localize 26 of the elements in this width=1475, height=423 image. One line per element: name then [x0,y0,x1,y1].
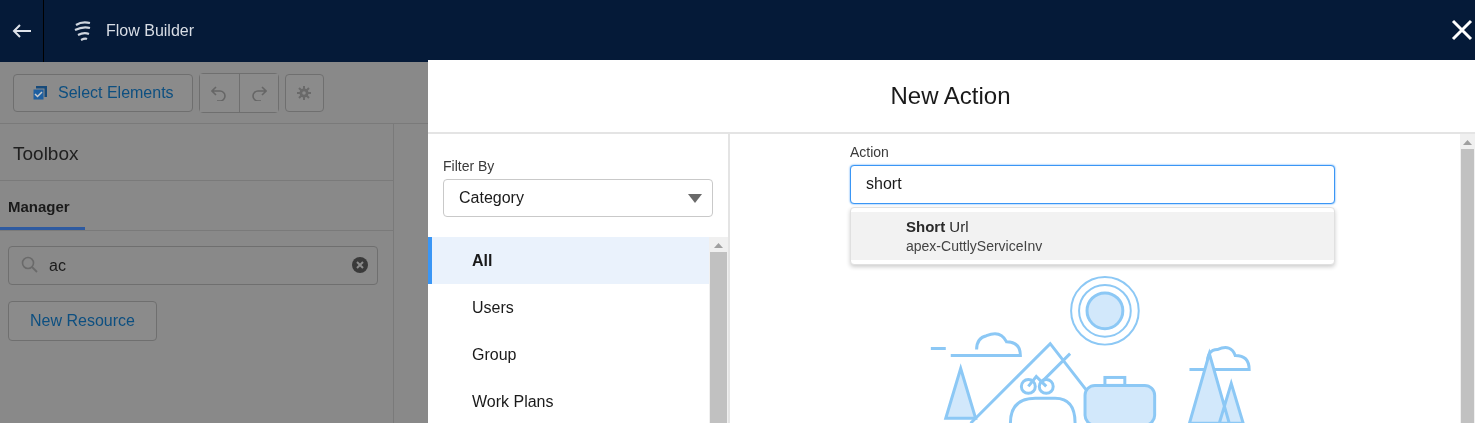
category-item[interactable]: All [428,237,709,284]
modal-title: New Action [890,82,1011,110]
action-label: Action [850,144,889,160]
action-input-field[interactable]: short [850,165,1335,204]
checkbox-stack-icon [32,84,48,101]
scroll-up-icon [714,243,723,248]
redo-icon [250,84,267,101]
scroll-up-icon [1463,140,1472,145]
filter-select[interactable]: Category [443,179,713,217]
search-icon [21,256,39,274]
scrollbar[interactable] [1460,134,1475,423]
suggestion-option[interactable]: Short Url apex-CuttlyServiceInv [851,212,1334,260]
scrollbar[interactable] [709,237,728,423]
settings-button[interactable] [284,73,324,112]
undo-icon [211,84,228,101]
back-arrow-icon [11,23,32,39]
clear-icon[interactable] [352,257,368,273]
filter-label: Filter By [443,158,496,174]
toolbox-title: Toolbox [13,143,79,164]
redo-button[interactable] [238,73,278,112]
settings-icon [297,85,312,100]
close-icon [1451,18,1473,41]
manager-tab[interactable]: Manager [0,198,85,230]
app-title: Flow Builder [106,22,195,40]
dropdown-caret-icon [688,193,702,203]
search-field[interactable]: ac [8,246,378,285]
